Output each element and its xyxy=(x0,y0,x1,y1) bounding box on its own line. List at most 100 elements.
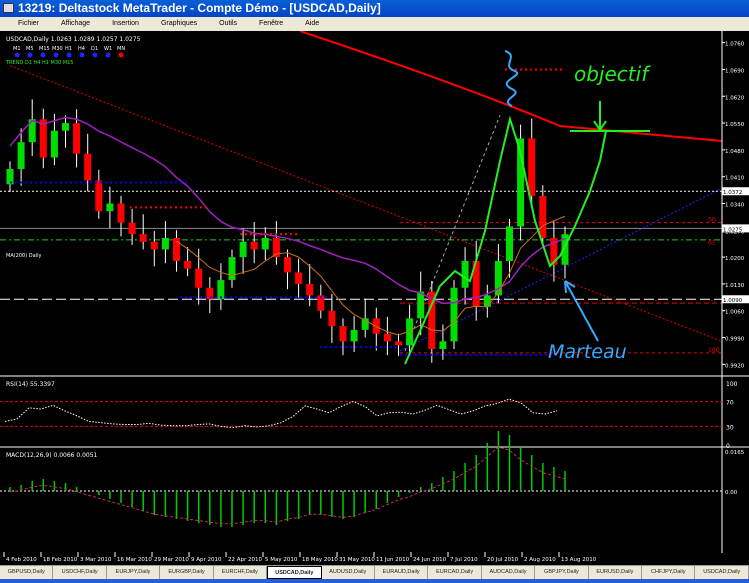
price-tick: 1.0340 xyxy=(725,203,745,209)
chart-tab[interactable]: AUDUSD,Daily xyxy=(322,566,375,579)
time-tick: 22 Apr 2010 xyxy=(228,557,263,563)
menu-bar: Fichier Affichage Insertion Graphiques Outil… xyxy=(0,17,749,31)
chart-tab[interactable]: USDCAD,Daily xyxy=(267,566,322,579)
chart-tab[interactable]: GBPJPY,Daily xyxy=(535,566,589,579)
price-tick: 1.0060 xyxy=(725,310,745,316)
candle[interactable] xyxy=(483,284,491,318)
candle[interactable] xyxy=(139,214,147,250)
window-title-bar: 13219: Deltastock MetaTrader - Compte Dé… xyxy=(0,0,749,17)
chart-tab[interactable]: EURGBP,Daily xyxy=(160,566,214,579)
candle[interactable] xyxy=(494,244,502,304)
candle[interactable] xyxy=(428,280,436,363)
candle[interactable] xyxy=(328,293,336,343)
macd-tick: 0.00 xyxy=(725,490,738,496)
menu-affichage[interactable]: Affichage xyxy=(61,17,90,31)
candle[interactable] xyxy=(506,218,513,278)
window-title: 13219: Deltastock MetaTrader - Compte Dé… xyxy=(18,1,381,15)
candle[interactable] xyxy=(73,109,81,168)
candle[interactable] xyxy=(383,316,391,356)
time-tick: 31 May 2010 xyxy=(339,557,375,563)
chart-tab[interactable]: EURUSD,Daily xyxy=(589,566,643,579)
menu-aide[interactable]: Aide xyxy=(305,17,319,31)
candle[interactable] xyxy=(372,307,380,351)
time-axis: 4 Feb 2010 18 Feb 2010 3 Mar 2010 16 Mar 20… xyxy=(3,552,597,563)
candle[interactable] xyxy=(39,108,47,169)
timeframe-dot-icon[interactable] xyxy=(92,52,98,58)
objective-arrow-icon xyxy=(570,101,650,132)
price-marker: 1.0372 xyxy=(723,190,742,196)
candle[interactable] xyxy=(6,161,14,193)
candle[interactable] xyxy=(361,298,369,338)
candle[interactable] xyxy=(295,258,303,298)
candle[interactable] xyxy=(117,195,125,237)
menu-insertion[interactable]: Insertion xyxy=(112,17,139,31)
timeframe-dot-icon[interactable] xyxy=(14,52,20,58)
candle[interactable] xyxy=(406,304,414,353)
timeframe-label: M15 xyxy=(39,46,50,52)
rsi-tick: 100 xyxy=(726,381,738,388)
chart-tab[interactable]: USDCAD,Daily xyxy=(695,566,749,579)
candle[interactable] xyxy=(173,230,180,272)
price-tick: 1.0200 xyxy=(725,256,745,262)
candle[interactable] xyxy=(339,318,347,356)
trend-line[interactable] xyxy=(9,65,723,342)
candle[interactable] xyxy=(184,247,192,277)
candle[interactable] xyxy=(261,227,269,261)
candle[interactable] xyxy=(95,169,103,219)
chart-tab[interactable]: EURJPY,Daily xyxy=(107,566,161,579)
timeframe-dot-icon[interactable] xyxy=(105,52,111,58)
chart-tab[interactable]: EURCAD,Daily xyxy=(428,566,482,579)
price-tick: 1.0130 xyxy=(725,283,745,289)
price-tick: 1.0410 xyxy=(725,176,745,182)
timeframe-label: H1 xyxy=(65,46,72,52)
time-tick: 9 Apr 2010 xyxy=(191,557,222,563)
candle[interactable] xyxy=(550,221,558,282)
candle[interactable] xyxy=(228,249,236,288)
timeframe-dot-icon[interactable] xyxy=(79,52,85,58)
timeframe-label: D1 xyxy=(91,46,98,52)
candle[interactable] xyxy=(272,221,280,265)
candle[interactable] xyxy=(62,115,69,148)
candle[interactable] xyxy=(306,264,314,307)
candle[interactable] xyxy=(17,128,25,186)
candle[interactable] xyxy=(284,249,291,290)
price-chart[interactable]: 1.0760 1.0690 1.0620 1.0550 1.0480 1.0410 1.03… xyxy=(0,31,749,565)
chart-tab[interactable]: GBPUSD,Daily xyxy=(0,566,54,579)
fibo-label: 50 xyxy=(708,217,716,224)
candle[interactable] xyxy=(206,277,214,314)
price-marker: 1.0090 xyxy=(723,298,743,304)
price-tick: 1.0760 xyxy=(725,42,745,48)
menu-fenêtre[interactable]: Fenêtre xyxy=(259,17,283,31)
rsi-line xyxy=(4,398,558,429)
candle[interactable] xyxy=(161,221,169,264)
time-tick: 11 Jun 2010 xyxy=(376,557,410,563)
candle[interactable] xyxy=(150,231,158,267)
timeframe-dot-icon[interactable] xyxy=(27,52,33,58)
chart-tabs: GBPUSD,Daily USDCHF,Daily EURJPY,Daily EURG… xyxy=(0,565,749,579)
price-tick: 1.0690 xyxy=(725,68,745,74)
timeframe-label: M1 xyxy=(13,46,21,52)
ma-label: MA(200) Daily xyxy=(6,253,41,259)
timeframe-dot-icon[interactable] xyxy=(40,52,46,58)
candle[interactable] xyxy=(28,99,36,157)
chart-tab[interactable]: CHFJPY,Daily xyxy=(642,566,696,579)
candle[interactable] xyxy=(450,280,458,350)
timeframe-dot-icon[interactable] xyxy=(66,52,72,58)
menu-outils[interactable]: Outils xyxy=(219,17,237,31)
fibo-label: 100 xyxy=(708,347,720,354)
menu-fichier[interactable]: Fichier xyxy=(18,17,39,31)
macd-title: MACD(12,26,9) 0.0066 0.0051 xyxy=(6,452,98,459)
trend-text: TREND D1 H4 H1 M30 M15 xyxy=(5,60,74,66)
rsi-tick: 70 xyxy=(726,400,734,407)
candle[interactable] xyxy=(106,186,114,229)
candle[interactable] xyxy=(217,263,225,310)
timeframe-dot-icon[interactable] xyxy=(118,52,124,58)
candle[interactable] xyxy=(317,284,325,319)
chart-tab[interactable]: USDCHF,Daily xyxy=(53,566,107,579)
chart-tab[interactable]: AUDCAD,Daily xyxy=(482,566,536,579)
menu-graphiques[interactable]: Graphiques xyxy=(161,17,197,31)
chart-tab[interactable]: EURCHF,Daily xyxy=(214,566,268,579)
chart-tab[interactable]: EURAUD,Daily xyxy=(375,566,429,579)
candle[interactable] xyxy=(195,248,203,305)
timeframe-dot-icon[interactable] xyxy=(53,52,59,58)
